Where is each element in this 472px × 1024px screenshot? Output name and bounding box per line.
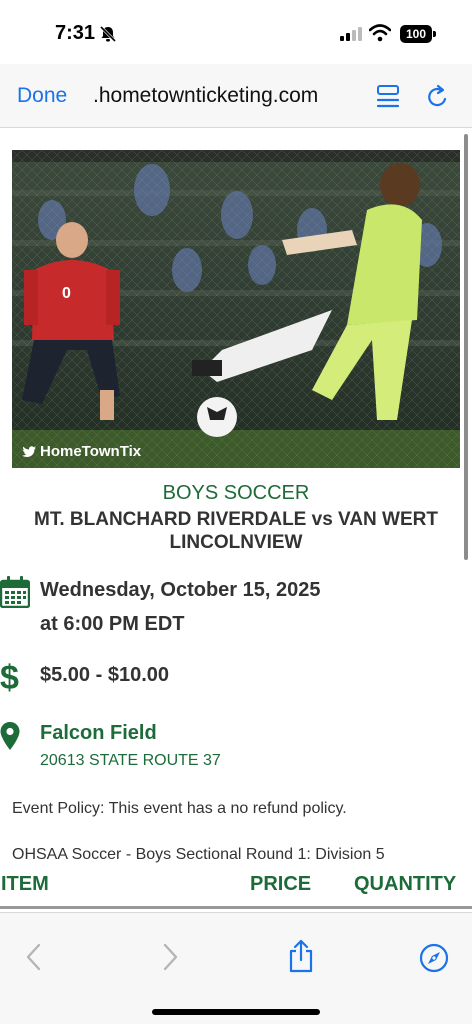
hero-caption-text: HomeTownTix: [40, 443, 142, 460]
browser-bottom-toolbar: [0, 912, 472, 1024]
table-divider: [0, 906, 472, 909]
svg-text:$: $: [0, 660, 19, 694]
column-price: PRICE: [250, 873, 312, 895]
browser-top-bar: Done .hometownticketing.com: [0, 64, 472, 128]
status-time: 7:31: [55, 22, 96, 44]
event-date-row: Wednesday, October 15, 2025 at 6:00 PM E…: [0, 574, 472, 640]
calendar-icon: [0, 576, 30, 608]
cellular-signal-icon: [340, 27, 362, 41]
soccer-photo: 0: [12, 150, 460, 468]
event-price: $5.00 - $10.00: [40, 664, 169, 686]
twitter-bird-icon: [22, 445, 36, 457]
event-price-row: $ $5.00 - $10.00: [0, 660, 472, 694]
bell-muted-icon: [99, 25, 117, 43]
url-field[interactable]: .hometownticketing.com: [93, 84, 318, 108]
reload-icon[interactable]: [426, 84, 450, 110]
back-icon[interactable]: [24, 943, 44, 971]
event-category: BOYS SOCCER: [162, 482, 310, 504]
ticket-table-header: ITEM PRICE QUANTITY: [0, 873, 472, 899]
done-button[interactable]: Done: [17, 84, 67, 108]
svg-text:0: 0: [62, 285, 71, 302]
column-quantity: QUANTITY: [354, 873, 457, 895]
event-policy: Event Policy: This event has a no refund…: [12, 800, 347, 817]
event-venue-row: Falcon Field 20613 STATE ROUTE 37: [0, 722, 472, 776]
reader-mode-icon[interactable]: [376, 84, 400, 110]
wifi-icon: [369, 24, 391, 42]
event-time: at 6:00 PM EDT: [40, 613, 185, 635]
home-indicator[interactable]: [152, 1009, 320, 1015]
hero-caption: HomeTownTix: [22, 443, 141, 460]
event-round: OHSAA Soccer - Boys Sectional Round 1: D…: [12, 846, 385, 863]
location-pin-icon: [0, 722, 20, 750]
status-bar: 7:31 100: [0, 0, 472, 64]
battery-tip: [433, 31, 436, 37]
battery-indicator: 100: [400, 25, 432, 43]
venue-name[interactable]: Falcon Field: [40, 722, 157, 745]
event-date: Wednesday, October 15, 2025: [40, 579, 321, 601]
share-icon[interactable]: [287, 939, 315, 973]
venue-address[interactable]: 20613 STATE ROUTE 37: [40, 752, 221, 770]
forward-icon[interactable]: [160, 943, 180, 971]
event-title: MT. BLANCHARD RIVERDALE vs VAN WERT LINC…: [34, 509, 438, 553]
dollar-icon: $: [0, 660, 19, 694]
event-hero-image: 0 HomeTownTix: [12, 150, 460, 468]
column-item: ITEM: [1, 873, 49, 895]
compass-icon[interactable]: [419, 943, 449, 973]
